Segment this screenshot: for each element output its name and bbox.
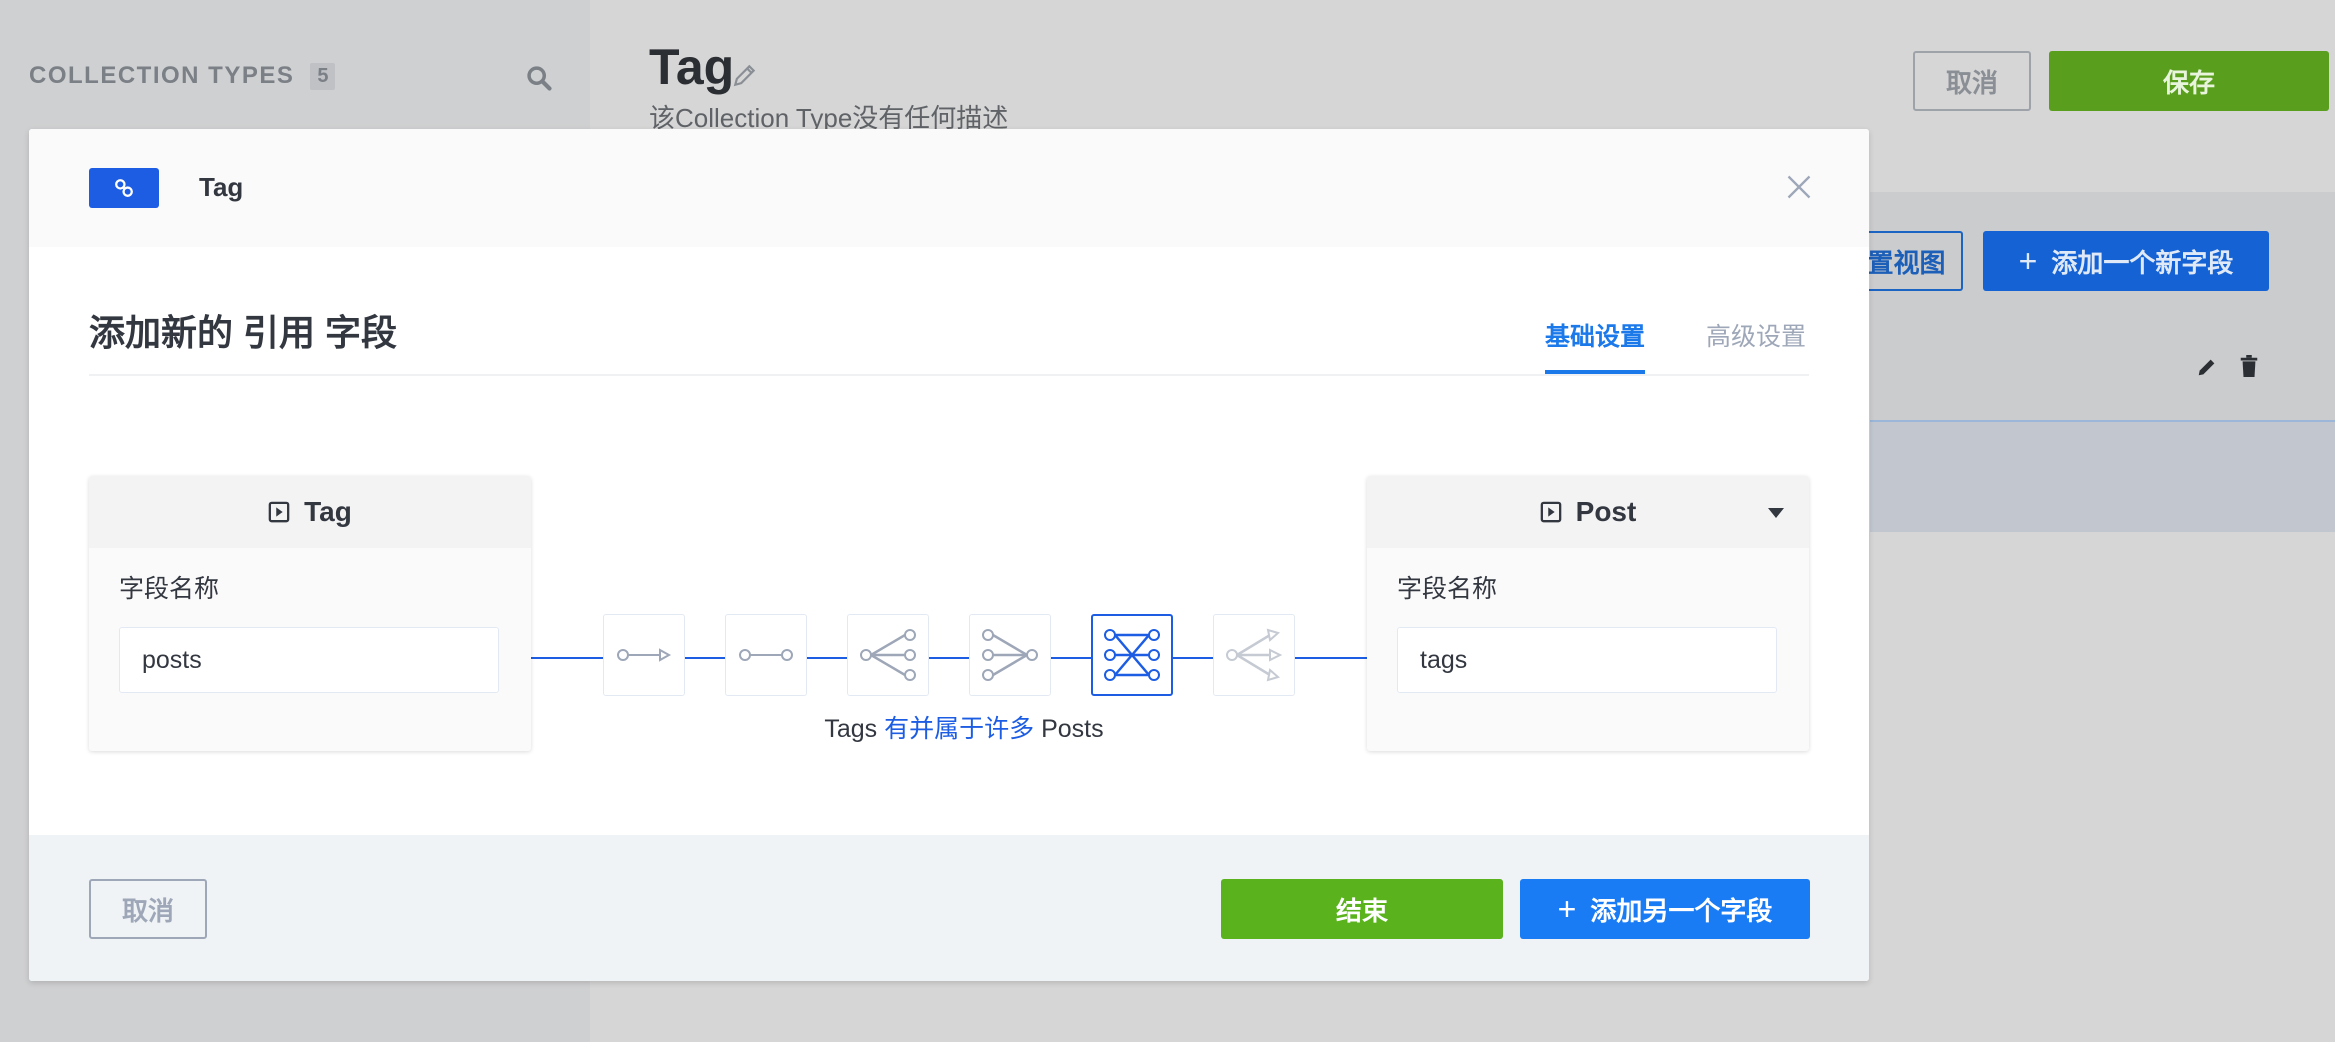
one-to-many-relation-icon <box>860 629 916 681</box>
target-field-name-input[interactable]: tags <box>1397 627 1777 693</box>
field-name-label: 字段名称 <box>1397 575 1498 603</box>
add-relation-field-modal: Tag 添加新的 引用 字段 基础设置 高级设置 Tag 字段名称 posts <box>29 129 1869 981</box>
save-button[interactable]: 保存 <box>2049 51 2329 111</box>
source-field-name-input[interactable]: posts <box>119 627 499 693</box>
configure-view-button[interactable]: 置视图 <box>1858 231 1963 291</box>
close-icon[interactable] <box>1785 173 1813 201</box>
source-content-type-name: Tag <box>304 496 352 527</box>
add-new-field-button[interactable]: + 添加一个新字段 <box>1983 231 2269 291</box>
target-content-type-name: Post <box>1575 496 1637 527</box>
cancel-button[interactable]: 取消 <box>89 879 207 939</box>
tab-advanced-settings[interactable]: 高级设置 <box>1706 317 1806 353</box>
tab-basic-settings[interactable]: 基础设置 <box>1545 317 1645 353</box>
modal-header: Tag <box>29 129 1869 247</box>
pencil-icon[interactable] <box>2196 356 2218 378</box>
relation-button-one-way[interactable] <box>603 614 685 696</box>
relation-button-many-way[interactable] <box>1213 614 1295 696</box>
relation-button-many-to-many[interactable] <box>1091 614 1173 696</box>
content-type-icon <box>1540 501 1561 523</box>
relation-type-badge <box>89 168 159 208</box>
add-another-field-label: 添加另一个字段 <box>1590 895 1773 926</box>
finish-button[interactable]: 结束 <box>1221 879 1503 939</box>
add-new-field-label: 添加一个新字段 <box>2051 247 2234 278</box>
search-icon[interactable] <box>525 64 553 92</box>
many-to-one-relation-icon <box>982 629 1038 681</box>
modal-heading: 添加新的 引用 字段 <box>89 312 398 353</box>
relation-type-label: 有并属于许多 <box>884 715 1035 743</box>
relation-source-label: Tags <box>824 715 878 743</box>
relation-button-one-to-many[interactable] <box>847 614 929 696</box>
field-name-label: 字段名称 <box>119 575 220 603</box>
relation-button-one-to-one[interactable] <box>725 614 807 696</box>
target-content-type-select[interactable]: Post <box>1367 476 1809 548</box>
relation-target-label: Posts <box>1041 715 1104 743</box>
many-to-many-relation-icon <box>1104 629 1160 681</box>
pencil-icon[interactable] <box>732 62 758 88</box>
sidebar-section-header: COLLECTION TYPES 5 <box>29 62 336 90</box>
many-way-relation-icon <box>1226 628 1283 682</box>
sidebar-section-title: COLLECTION TYPES <box>29 62 295 89</box>
plus-icon: + <box>2018 243 2038 279</box>
plus-icon: + <box>1557 891 1577 927</box>
trash-icon[interactable] <box>2238 354 2260 378</box>
cancel-button[interactable]: 取消 <box>1913 51 2031 111</box>
add-another-field-button[interactable]: + 添加另一个字段 <box>1520 879 1810 939</box>
link-icon <box>115 179 133 197</box>
one-way-relation-icon <box>617 648 672 662</box>
sidebar-section-count: 5 <box>310 62 336 90</box>
modal-footer: 取消 结束 + 添加另一个字段 <box>29 835 1869 981</box>
one-to-one-relation-icon <box>739 649 793 661</box>
relation-button-many-to-one[interactable] <box>969 614 1051 696</box>
source-content-type-card: Tag 字段名称 posts <box>89 476 531 751</box>
table-row <box>1870 420 2335 532</box>
caret-down-icon[interactable] <box>1767 507 1785 519</box>
divider <box>89 374 1809 376</box>
card-header: Tag <box>89 476 531 548</box>
modal-header-title: Tag <box>199 172 244 202</box>
page-title: Tag <box>649 39 735 95</box>
target-content-type-card: Post 字段名称 tags <box>1367 476 1809 751</box>
content-type-icon <box>268 501 290 523</box>
relation-description: Tags 有并属于许多 Posts <box>529 709 1399 745</box>
